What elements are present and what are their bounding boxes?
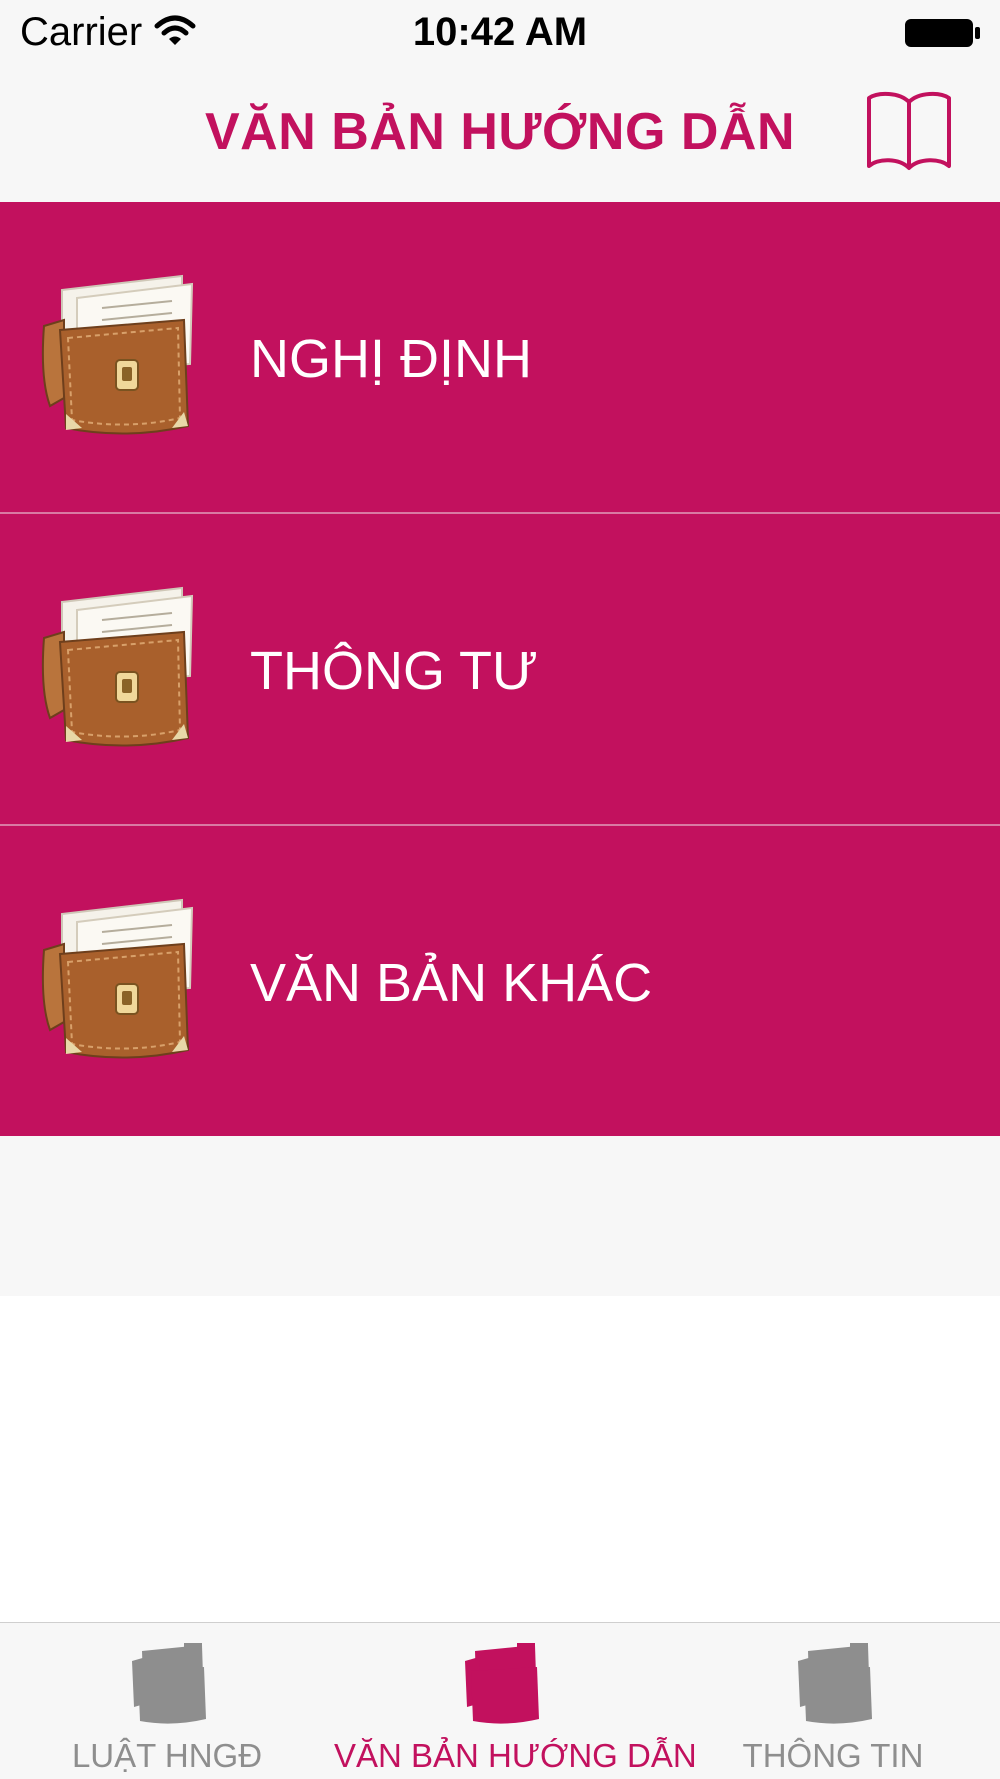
battery-icon: [905, 19, 980, 47]
tab-van-ban-huong-dan[interactable]: VĂN BẢN HƯỚNG DẪN: [334, 1623, 697, 1779]
list-item-nghi-dinh[interactable]: NGHỊ ĐỊNH: [0, 202, 1000, 512]
list-item-label: VĂN BẢN KHÁC: [250, 953, 653, 1013]
tab-thong-tin[interactable]: THÔNG TIN: [666, 1623, 1000, 1779]
document-stack-icon: [798, 1643, 872, 1724]
tab-label: VĂN BẢN HƯỚNG DẪN: [334, 1737, 697, 1774]
briefcase-documents-icon: [41, 274, 194, 435]
tab-label: LUẬT HNGĐ: [71, 1737, 263, 1774]
page-title: VĂN BẢN HƯỚNG DẪN: [205, 103, 795, 161]
nav-bar: VĂN BẢN HƯỚNG DẪN: [0, 66, 1000, 203]
list-item-thong-tu[interactable]: THÔNG TƯ: [0, 514, 1000, 824]
content-area: NGHỊ ĐỊNH THÔNG TƯ VĂN BẢN KHÁC: [0, 202, 1000, 1296]
book-open-icon[interactable]: [864, 88, 954, 174]
list-item-van-ban-khac[interactable]: VĂN BẢN KHÁC: [0, 826, 1000, 1136]
clock: 10:42 AM: [412, 10, 588, 54]
tab-luat-hngd[interactable]: LUẬT HNGĐ: [0, 1623, 334, 1779]
tab-label: THÔNG TIN: [742, 1737, 924, 1774]
document-stack-icon: [132, 1643, 206, 1724]
status-bar: Carrier 10:42 AM: [0, 0, 1000, 66]
document-stack-icon: [465, 1643, 539, 1724]
briefcase-documents-icon: [41, 898, 194, 1059]
list-item-label: NGHỊ ĐỊNH: [250, 329, 532, 389]
list-item-label: THÔNG TƯ: [250, 641, 539, 701]
briefcase-documents-icon: [41, 586, 194, 747]
tab-bar: LUẬT HNGĐ VĂN BẢN HƯỚNG DẪN THÔNG TIN: [0, 1622, 1000, 1779]
